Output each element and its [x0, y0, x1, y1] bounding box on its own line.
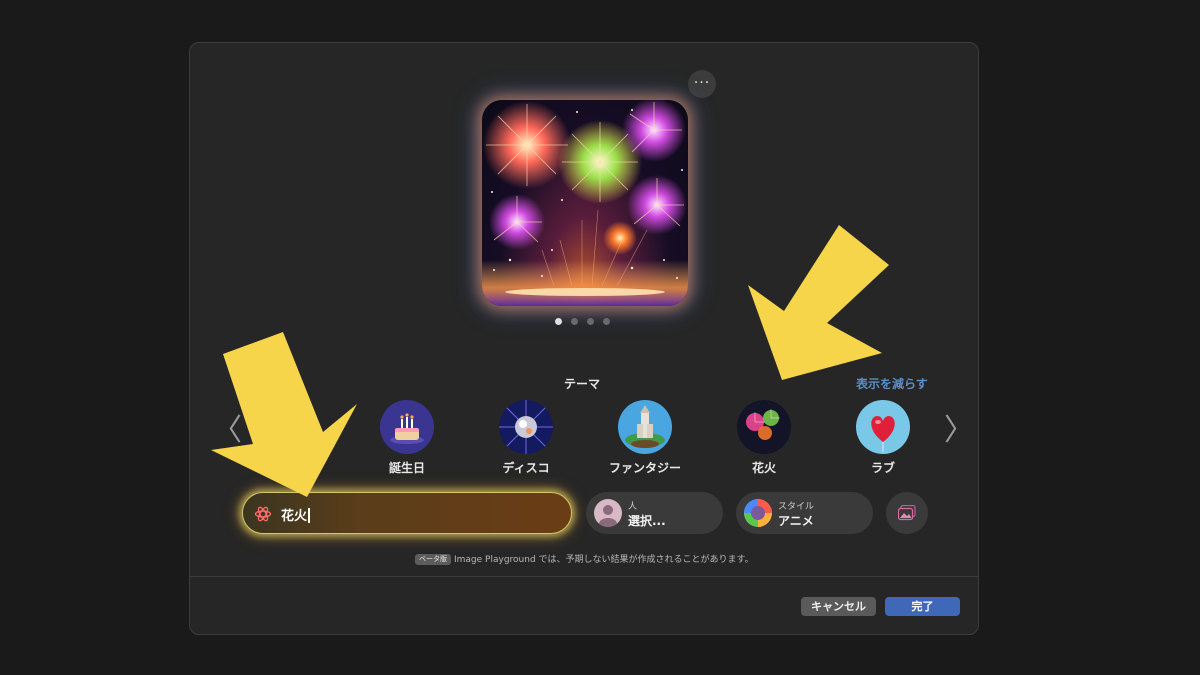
theme-birthday[interactable]: 誕生日 — [357, 400, 457, 476]
page-dot[interactable] — [571, 318, 578, 325]
person-chip-caption: 人 — [628, 502, 638, 512]
style-chip-caption: スタイル — [778, 502, 815, 512]
page-dot[interactable] — [587, 318, 594, 325]
beta-badge: ベータ版 — [415, 554, 451, 565]
theme-label: 誕生日 — [388, 461, 425, 475]
beta-notice-text: Image Playground では、予期しない結果が作成されることがあります… — [454, 555, 754, 565]
annotation-arrow-down-left — [211, 332, 357, 497]
more-options-button[interactable]: ··· — [688, 70, 716, 98]
done-button[interactable]: 完了 — [885, 597, 960, 616]
birthday-cake-icon — [380, 400, 434, 454]
theme-fantasy[interactable]: ファンタジー — [595, 400, 695, 476]
fantasy-castle-icon — [618, 400, 672, 454]
theme-fireworks[interactable]: 花火 — [714, 400, 814, 476]
theme-label: ディスコ — [502, 461, 550, 475]
theme-disco[interactable]: ディスコ — [476, 400, 576, 476]
style-chip-value: アニメ — [778, 514, 814, 528]
beta-notice: ベータ版 Image Playground では、予期しない結果が作成されることが… — [415, 552, 754, 565]
page-dot[interactable] — [555, 318, 562, 325]
image-playground-icon — [254, 506, 272, 522]
themes-heading: テーマ — [564, 377, 601, 391]
text-caret — [308, 508, 310, 523]
theme-label: ラブ — [870, 461, 895, 475]
theme-love[interactable]: ラブ — [833, 400, 933, 476]
photo-button[interactable] — [886, 492, 928, 534]
fireworks-image — [482, 100, 688, 306]
fireworks-icon — [737, 400, 791, 454]
cancel-button[interactable]: キャンセル — [801, 597, 876, 616]
heart-icon — [856, 400, 910, 454]
disco-ball-icon — [499, 400, 553, 454]
style-palette-icon — [744, 499, 772, 527]
annotation-arrow-down-left — [748, 225, 889, 380]
themes-next-button[interactable]: 〉 — [944, 411, 974, 451]
person-avatar-icon — [594, 499, 622, 527]
person-select-button[interactable]: 人 選択... — [586, 492, 723, 534]
preview-page-indicator[interactable] — [555, 318, 610, 325]
page-dot[interactable] — [603, 318, 610, 325]
theme-label: 花火 — [751, 461, 776, 475]
photo-icon — [898, 505, 916, 521]
footer-divider — [190, 576, 978, 577]
prompt-value: 花火 — [281, 509, 308, 524]
style-select-button[interactable]: スタイル アニメ — [736, 492, 873, 534]
theme-label: ファンタジー — [608, 461, 681, 475]
generated-image-preview[interactable] — [482, 100, 688, 306]
person-chip-value: 選択... — [628, 514, 666, 528]
